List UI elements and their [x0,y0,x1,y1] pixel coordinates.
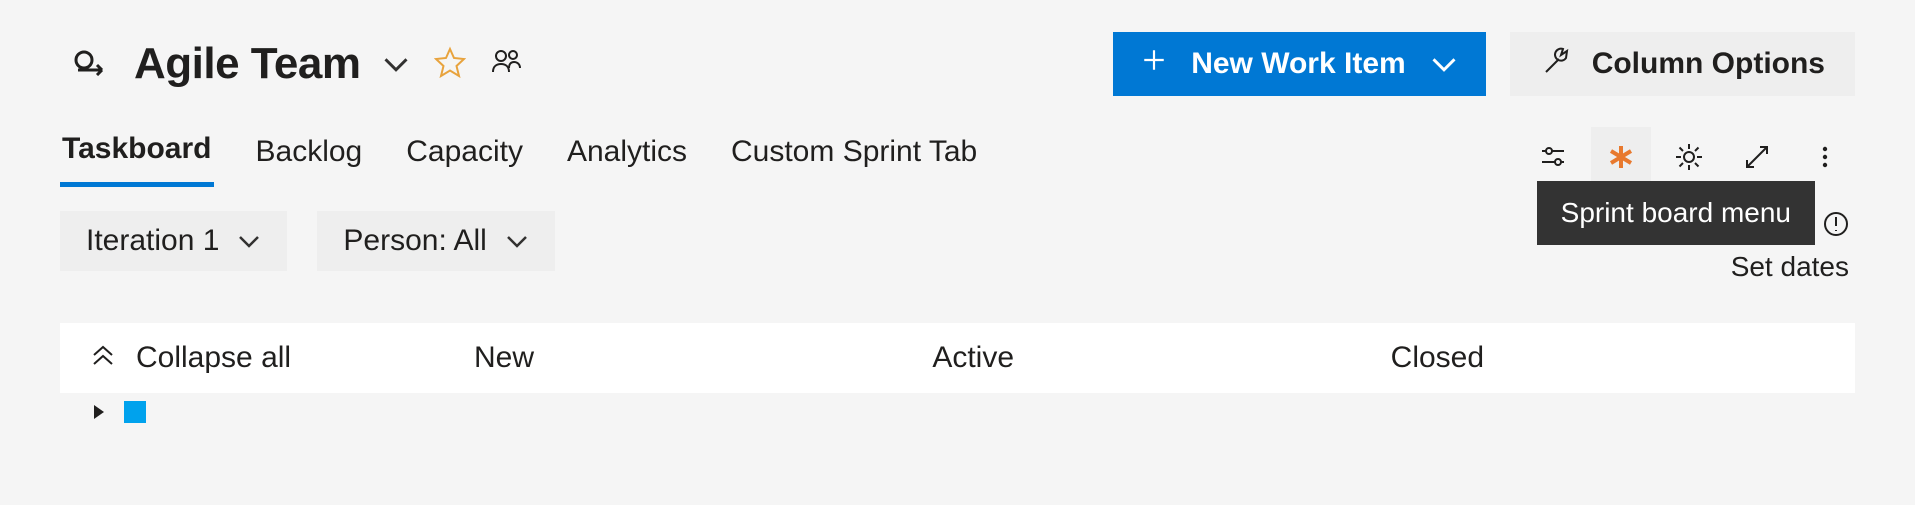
more-menu-icon[interactable] [1795,127,1855,187]
board-column-header: Collapse all New Active Closed [60,323,1855,393]
tabs-row: Taskboard Backlog Capacity Analytics Cus… [0,96,1915,187]
new-work-item-button[interactable]: New Work Item [1113,32,1486,96]
column-active: Active [932,341,1366,375]
warning-icon [1823,211,1849,245]
person-filter[interactable]: Person: All [317,211,554,271]
iteration-filter[interactable]: Iteration 1 [60,211,287,271]
column-options-label: Column Options [1592,47,1825,81]
favorite-star-icon[interactable] [434,46,466,83]
collapse-all-button[interactable]: Collapse all [90,341,450,375]
new-work-item-label: New Work Item [1191,47,1406,81]
column-closed: Closed [1391,341,1825,375]
tab-custom-sprint[interactable]: Custom Sprint Tab [729,129,979,185]
column-options-button[interactable]: Column Options [1510,32,1855,96]
plus-icon [1141,47,1167,81]
team-members-icon[interactable] [490,46,522,83]
collapse-all-icon [90,341,116,375]
asterisk-filter-icon[interactable] [1591,127,1651,187]
tab-capacity[interactable]: Capacity [404,129,525,185]
team-picker-chevron-icon[interactable] [382,54,410,74]
gear-icon[interactable] [1659,127,1719,187]
filter-settings-icon[interactable] [1523,127,1583,187]
set-dates-link[interactable]: Set dates [1731,251,1849,283]
sprint-icon [72,48,112,81]
chevron-down-icon [237,232,261,250]
work-item-type-color [124,401,146,423]
iteration-filter-label: Iteration 1 [86,224,219,258]
wrench-icon [1540,45,1570,83]
work-item-row[interactable] [60,397,1855,427]
person-filter-label: Person: All [343,224,486,258]
chevron-down-icon [505,232,529,250]
team-title-group: Agile Team [72,39,410,89]
column-new: New [474,341,908,375]
tab-analytics[interactable]: Analytics [565,129,689,185]
tooltip: Sprint board menu [1537,181,1815,245]
chevron-down-icon [1430,54,1458,74]
fullscreen-icon[interactable] [1727,127,1787,187]
collapse-all-label: Collapse all [136,341,291,375]
tab-taskboard[interactable]: Taskboard [60,126,214,187]
team-title: Agile Team [134,39,360,89]
tab-backlog[interactable]: Backlog [254,129,365,185]
expand-triangle-icon[interactable] [90,396,108,428]
